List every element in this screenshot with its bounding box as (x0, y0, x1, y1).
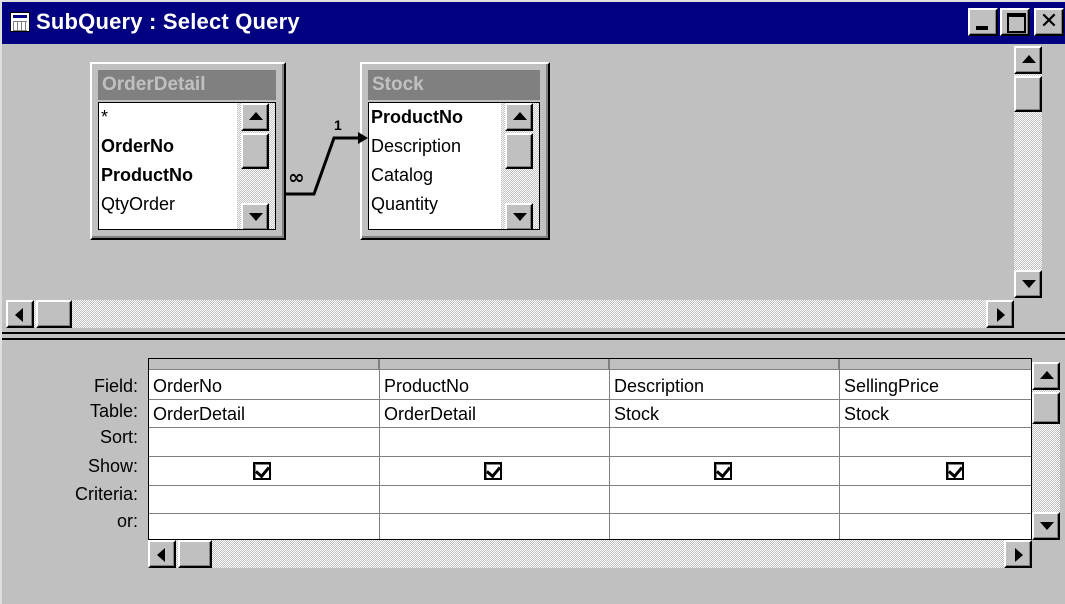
column-selector[interactable] (149, 359, 379, 370)
query-design-grid[interactable]: OrderNo ProductNo Description SellingPri… (148, 358, 1032, 540)
show-checkbox-icon[interactable] (253, 462, 271, 480)
scroll-thumb[interactable] (505, 133, 533, 169)
diagram-vertical-scrollbar[interactable] (1014, 46, 1042, 298)
scroll-thumb[interactable] (1032, 392, 1060, 424)
scroll-left-icon[interactable] (148, 540, 176, 568)
grid-cell-table[interactable]: OrderDetail (149, 400, 379, 428)
row-label-field: Field: (93, 376, 138, 396)
column-selector[interactable] (840, 359, 1031, 370)
scroll-right-icon[interactable] (1004, 540, 1032, 568)
table-box-orderdetail[interactable]: OrderDetail * OrderNo ProductNo QtyOrder (90, 62, 286, 240)
scroll-up-icon[interactable] (505, 103, 533, 131)
grid-cell-table[interactable]: Stock (610, 400, 839, 428)
join-arrow-icon (358, 132, 368, 144)
grid-cell-sort[interactable] (380, 428, 609, 456)
scroll-right-icon[interactable] (986, 300, 1014, 328)
row-label-sort: Sort: (99, 427, 138, 447)
grid-cell-criteria[interactable] (840, 486, 1031, 514)
field-item[interactable]: ProductNo (371, 103, 463, 132)
field-item[interactable]: Quantity (371, 190, 438, 219)
table-diagram-pane[interactable]: OrderDetail * OrderNo ProductNo QtyOrder… (2, 44, 1042, 328)
minimize-button[interactable] (968, 8, 998, 36)
join-one-label: 1 (334, 117, 342, 133)
query-window-icon[interactable] (10, 12, 30, 32)
grid-cell-table[interactable]: OrderDetail (380, 400, 609, 428)
grid-cell-or[interactable] (840, 514, 1031, 539)
grid-cell-or[interactable] (610, 514, 839, 539)
grid-cell-sort[interactable] (610, 428, 839, 456)
field-list-stock[interactable]: ProductNo Description Catalog Quantity (368, 102, 540, 230)
grid-horizontal-scrollbar[interactable] (148, 540, 1032, 568)
join-line[interactable]: 1 ∞ (278, 108, 370, 208)
scroll-down-icon[interactable] (505, 203, 533, 229)
grid-cell-or[interactable] (380, 514, 609, 539)
row-divider (149, 456, 1031, 457)
column-selector[interactable] (380, 359, 609, 370)
maximize-button[interactable] (1000, 8, 1030, 36)
title-bar[interactable]: SubQuery : Select Query ✕ (2, 2, 1065, 44)
scroll-down-icon[interactable] (1014, 270, 1042, 298)
grid-cell-criteria[interactable] (149, 486, 379, 514)
grid-cell-field[interactable]: SellingPrice (840, 372, 1031, 400)
grid-cell-or[interactable] (149, 514, 379, 539)
row-label-table: Table: (89, 401, 138, 421)
grid-cell-field[interactable]: ProductNo (380, 372, 609, 400)
field-item[interactable]: * (101, 103, 108, 132)
grid-cell-sort[interactable] (149, 428, 379, 456)
field-item[interactable]: ProductNo (101, 161, 193, 190)
show-checkbox-icon[interactable] (484, 462, 502, 480)
column-selector[interactable] (610, 359, 839, 370)
scroll-up-icon[interactable] (241, 103, 269, 131)
grid-cell-criteria[interactable] (380, 486, 609, 514)
window-title: SubQuery : Select Query (36, 9, 300, 34)
scrollbar-corner (1032, 540, 1060, 568)
field-list-scrollbar[interactable] (237, 103, 275, 229)
row-label-or: or: (116, 511, 138, 531)
scroll-thumb[interactable] (178, 540, 212, 568)
table-title-orderdetail[interactable]: OrderDetail (98, 70, 276, 100)
scroll-down-icon[interactable] (241, 203, 269, 229)
scroll-up-icon[interactable] (1032, 362, 1060, 390)
field-item[interactable]: QtyOrder (101, 190, 175, 219)
field-item[interactable]: Description (371, 132, 461, 161)
show-checkbox-icon[interactable] (714, 462, 732, 480)
scroll-thumb[interactable] (241, 133, 269, 169)
grid-cell-field[interactable]: Description (610, 372, 839, 400)
scroll-left-icon[interactable] (6, 300, 34, 328)
field-item[interactable]: OrderNo (101, 132, 174, 161)
row-label-show: Show: (87, 456, 138, 476)
field-item[interactable]: Catalog (371, 161, 433, 190)
close-icon: ✕ (1039, 8, 1059, 33)
grid-cell-field[interactable]: OrderNo (149, 372, 379, 400)
table-title-stock[interactable]: Stock (368, 70, 540, 100)
grid-cell-table[interactable]: Stock (840, 400, 1031, 428)
scroll-down-icon[interactable] (1032, 512, 1060, 540)
diagram-horizontal-scrollbar[interactable] (6, 300, 1014, 328)
grid-cell-sort[interactable] (840, 428, 1031, 456)
join-many-label: ∞ (288, 165, 305, 189)
field-list-orderdetail[interactable]: * OrderNo ProductNo QtyOrder (98, 102, 276, 230)
show-checkbox-icon[interactable] (946, 462, 964, 480)
pane-splitter[interactable] (2, 332, 1065, 340)
query-window: SubQuery : Select Query ✕ OrderDetail * … (0, 0, 1065, 604)
close-button[interactable]: ✕ (1034, 8, 1064, 36)
grid-vertical-scrollbar[interactable] (1032, 362, 1060, 540)
scroll-up-icon[interactable] (1014, 46, 1042, 74)
scroll-thumb[interactable] (1014, 76, 1042, 112)
row-label-criteria: Criteria: (74, 484, 138, 504)
scroll-thumb[interactable] (36, 300, 72, 328)
table-box-stock[interactable]: Stock ProductNo Description Catalog Quan… (360, 62, 550, 240)
field-list-scrollbar[interactable] (501, 103, 539, 229)
grid-cell-criteria[interactable] (610, 486, 839, 514)
